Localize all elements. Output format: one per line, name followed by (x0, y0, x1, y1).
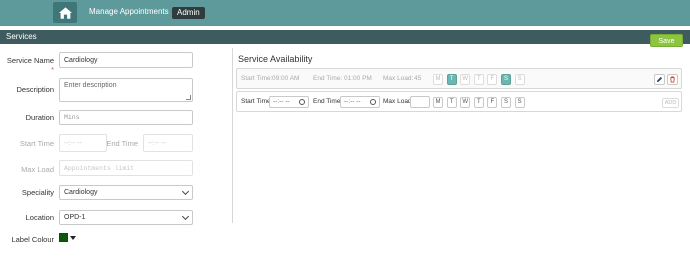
label-colour-swatch[interactable] (59, 233, 68, 242)
clock-icon (370, 99, 376, 105)
delete-button[interactable] (667, 74, 678, 85)
top-nav-bar: Manage Appointments Admin (0, 0, 690, 26)
saved-end-value: 01:00 PM (344, 75, 372, 82)
saved-start-label: Start Time: (241, 75, 273, 82)
clock-icon (299, 99, 305, 105)
service-name-input[interactable]: Cardiology (59, 52, 193, 68)
availability-new-row: Start Time --:-- -- End Time --:-- -- Ma… (236, 91, 682, 112)
max-load-label: Max Load (21, 165, 54, 174)
pencil-icon (656, 76, 663, 83)
saved-start-value: 09:00 AM (272, 75, 300, 82)
manage-appointments-link[interactable]: Manage Appointments (89, 7, 169, 16)
service-availability-title: Service Availability (238, 54, 313, 64)
new-day-toggle[interactable]: S (501, 97, 511, 108)
required-mark: * (51, 65, 54, 74)
saved-day-toggle[interactable]: M (433, 74, 443, 85)
location-value: OPD-1 (64, 214, 86, 221)
new-day-toggle[interactable]: S (514, 97, 525, 108)
saved-day-toggle[interactable]: F (487, 74, 498, 85)
new-start-label: Start Time (241, 98, 271, 105)
new-end-time-input[interactable]: --:-- -- (340, 96, 380, 108)
end-time-input[interactable]: --:-- -- (143, 134, 193, 152)
column-divider (232, 48, 233, 223)
new-end-placeholder: --:-- -- (344, 98, 361, 105)
save-button[interactable]: Save (650, 34, 683, 47)
new-max-load-input[interactable] (410, 96, 430, 108)
new-day-toggle[interactable]: M (433, 97, 443, 108)
max-load-input[interactable]: Appointments limit (59, 160, 193, 176)
location-label: Location (25, 213, 54, 222)
duration-input[interactable]: Mins (59, 110, 193, 125)
location-select[interactable]: OPD-1 (59, 210, 193, 225)
end-time-label: End Time (106, 139, 138, 148)
new-day-toggle[interactable]: F (487, 97, 498, 108)
availability-saved-row: Start Time: 09:00 AM End Time: 01:00 PM … (236, 68, 682, 89)
saved-end-label: End Time: (313, 75, 343, 82)
speciality-value: Cardiology (64, 189, 98, 196)
saved-day-toggle[interactable]: T (446, 74, 457, 85)
label-colour-label: Label Colour (11, 235, 54, 244)
new-start-placeholder: --:-- -- (273, 98, 290, 105)
services-section-header: Services (0, 30, 690, 44)
home-button[interactable] (53, 2, 77, 23)
new-day-toggle[interactable]: W (460, 97, 471, 108)
admin-badge[interactable]: Admin (172, 7, 205, 19)
trash-icon (670, 76, 675, 83)
saved-day-toggle[interactable]: T (473, 74, 484, 85)
edit-button[interactable] (654, 74, 665, 85)
chevron-down-icon (181, 212, 190, 220)
new-max-label: Max Load (383, 98, 412, 105)
description-placeholder: Enter description (64, 82, 117, 89)
saved-day-toggle[interactable]: S (514, 74, 525, 85)
speciality-select[interactable]: Cardiology (59, 185, 193, 200)
new-start-time-input[interactable]: --:-- -- (269, 96, 309, 108)
saved-max-value: 45 (414, 75, 422, 82)
add-button[interactable]: ADD (662, 98, 679, 108)
saved-day-toggle[interactable]: S (501, 74, 511, 85)
saved-day-toggle[interactable]: W (460, 74, 471, 85)
speciality-label: Speciality (21, 188, 54, 197)
home-icon (58, 6, 72, 19)
chevron-down-icon (181, 187, 190, 195)
saved-max-label: Max Load: (383, 75, 414, 82)
description-label: Description (16, 85, 54, 94)
new-end-label: End Time (313, 98, 341, 105)
duration-label: Duration (25, 113, 54, 122)
new-day-toggle[interactable]: T (473, 97, 484, 108)
section-title: Services (6, 32, 37, 41)
service-name-label: Service Name * (6, 56, 54, 74)
new-day-toggle[interactable]: T (446, 97, 457, 108)
description-textarea[interactable]: Enter description (59, 78, 193, 102)
resize-handle-icon[interactable] (186, 95, 191, 100)
caret-down-icon[interactable] (70, 236, 76, 240)
start-time-label: Start Time (19, 139, 54, 148)
